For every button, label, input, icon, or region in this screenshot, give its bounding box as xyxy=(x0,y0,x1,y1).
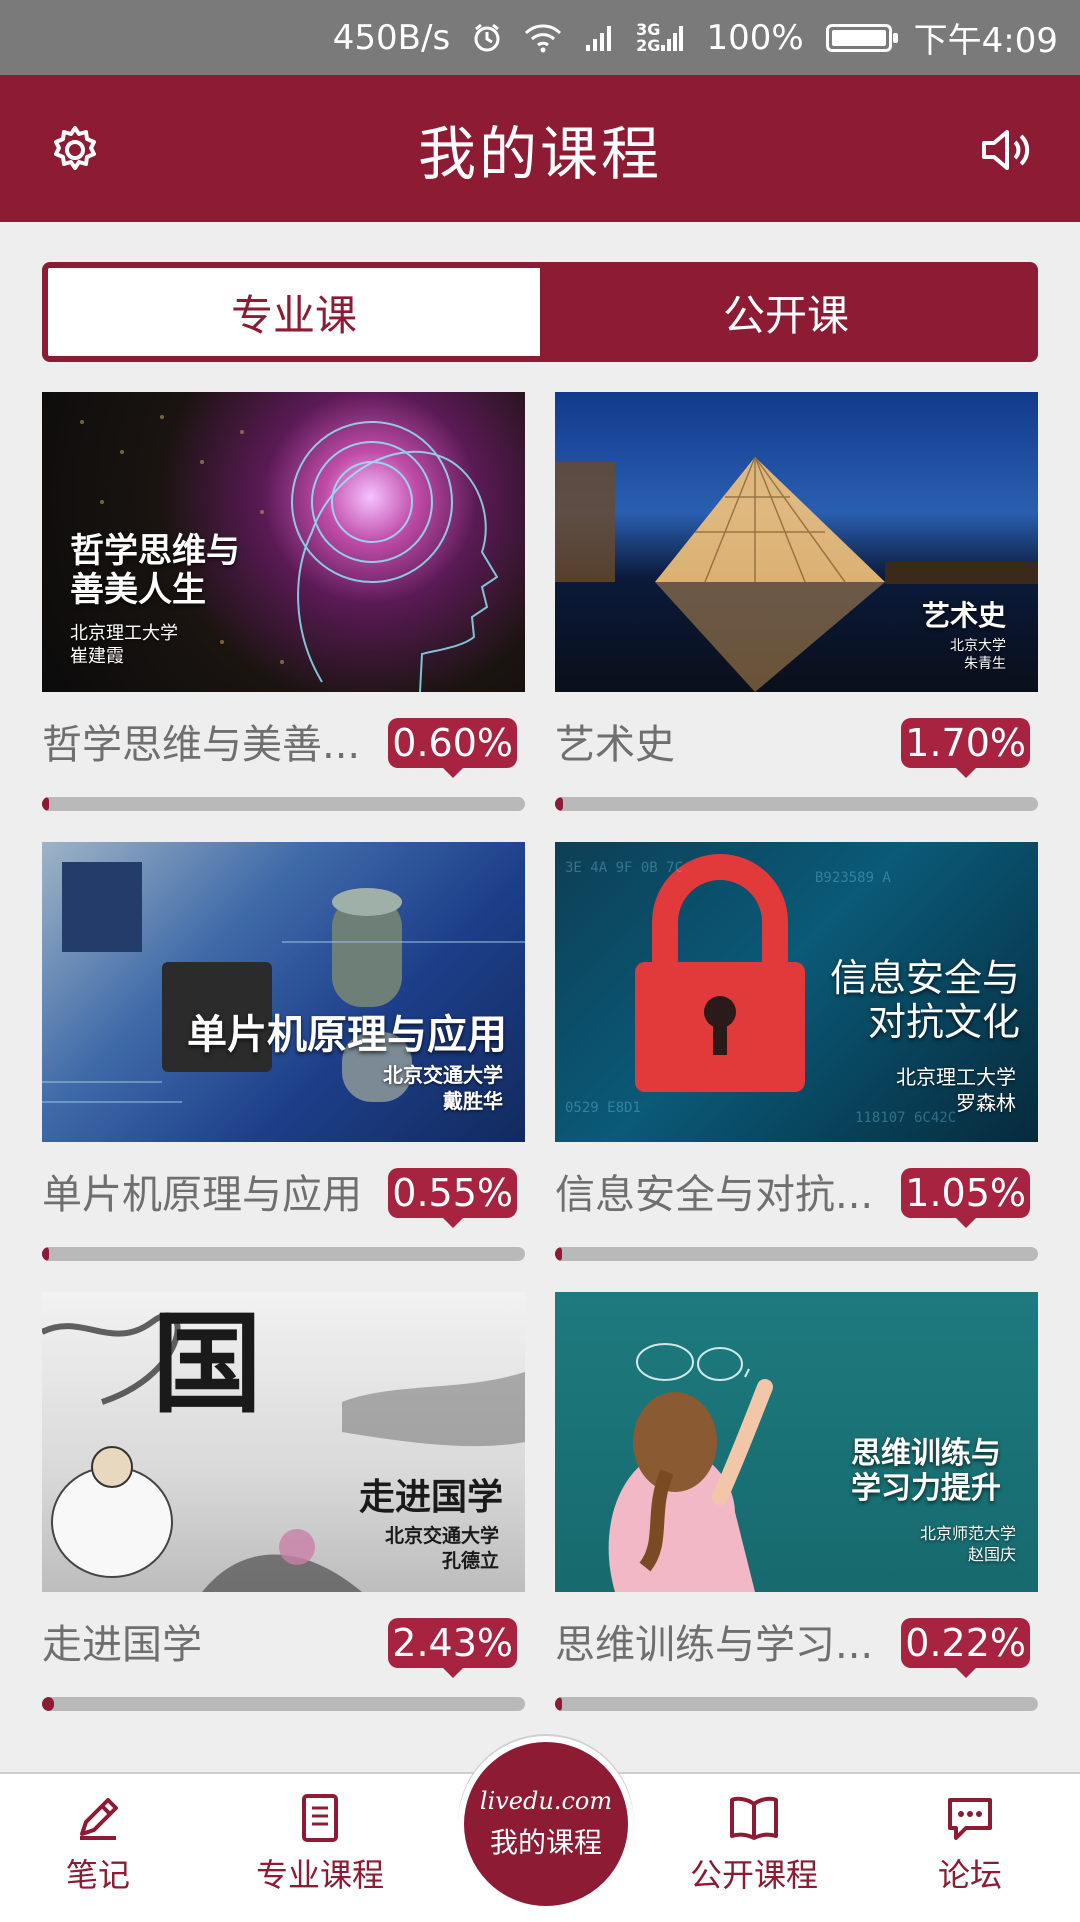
course-name[interactable]: 信息安全与对抗... xyxy=(555,1162,885,1220)
nav-my-courses-button[interactable]: livedu.com 我的课程 xyxy=(458,1736,634,1912)
course-thumbnail[interactable]: 艺术史 北京大学 朱青生 xyxy=(555,392,1038,692)
progress-badge: 0.22% xyxy=(901,1618,1030,1678)
calligraphy-guo: 国 xyxy=(152,1299,262,1428)
pencil-icon xyxy=(80,1798,118,1840)
thumbnail-school: 北京师范大学 赵国庆 xyxy=(920,1524,1016,1566)
thumbnail-title: 艺术史 xyxy=(921,599,1006,632)
thumbnail-school-name: 北京大学 xyxy=(950,638,1006,654)
livedu-logo: livedu.com xyxy=(479,1787,613,1815)
nav-public-courses[interactable]: 公开课程 xyxy=(690,1792,818,1896)
course-name[interactable]: 走进国学 xyxy=(42,1612,372,1670)
nav-public-label: 公开课程 xyxy=(690,1856,819,1894)
course-card[interactable]: 国 走进国学 北京交通大学 孔德立 走进国学 2.43% xyxy=(42,1292,525,1742)
course-card[interactable]: 哲学思维与 善美人生 北京理工大学 崔建霞 哲学思维与美善... 0.60% xyxy=(42,392,525,842)
net-speed: 450B/s xyxy=(332,17,451,58)
svg-text:0529 E8D1: 0529 E8D1 xyxy=(565,1100,641,1116)
thumbnail-teacher: 孔德立 xyxy=(441,1549,499,1572)
page-title: 我的课程 xyxy=(417,119,662,188)
settings-icon[interactable] xyxy=(48,123,102,177)
thumbnail-school-name: 北京师范大学 xyxy=(919,1524,1016,1543)
course-name[interactable]: 哲学思维与美善... xyxy=(42,712,372,770)
nav-my-courses-label: 我的课程 xyxy=(489,1826,602,1859)
progress-fill xyxy=(42,797,49,811)
progress-bar xyxy=(555,1697,1038,1711)
alarm-icon xyxy=(472,23,502,53)
course-name[interactable]: 单片机原理与应用 xyxy=(42,1162,372,1220)
course-thumbnail[interactable]: 3E 4A 9F 0B 7C B923589 A 0529 E8D1 118107 6… xyxy=(555,842,1038,1142)
notebook-icon xyxy=(302,1794,338,1842)
thumbnail-school: 北京理工大学 崔建霞 xyxy=(70,622,178,669)
network-gen-bottom: 2G xyxy=(636,35,661,55)
nav-major-courses[interactable]: 专业课程 xyxy=(256,1792,384,1896)
clock: 下午4:09 xyxy=(913,21,1058,61)
battery-percent: 100% xyxy=(706,17,804,58)
course-thumbnail[interactable]: 单片机原理与应用 北京交通大学 戴胜华 xyxy=(42,842,525,1142)
tab-major-courses[interactable]: 专业课 xyxy=(48,268,540,356)
progress-badge: 0.60% xyxy=(388,718,517,778)
course-thumbnail[interactable]: 国 走进国学 北京交通大学 孔德立 xyxy=(42,1292,525,1592)
progress-bar xyxy=(42,1697,525,1711)
course-card[interactable]: 单片机原理与应用 北京交通大学 戴胜华 单片机原理与应用 0.55% xyxy=(42,842,525,1292)
svg-text:3E 4A 9F 0B 7C: 3E 4A 9F 0B 7C xyxy=(565,860,683,876)
progress-bar xyxy=(555,797,1038,811)
course-grid: 哲学思维与 善美人生 北京理工大学 崔建霞 哲学思维与美善... 0.60% 艺… xyxy=(42,392,1038,1742)
status-bar: 450B/s 3G 2G 100% 下午4:09 xyxy=(0,0,1080,75)
nav-major-label: 专业课程 xyxy=(256,1856,385,1894)
course-card[interactable]: 艺术史 北京大学 朱青生 艺术史 1.70% xyxy=(555,392,1038,842)
course-thumbnail[interactable]: 哲学思维与 善美人生 北京理工大学 崔建霞 xyxy=(42,392,525,692)
course-name[interactable]: 艺术史 xyxy=(555,712,885,770)
course-name[interactable]: 思维训练与学习... xyxy=(555,1612,885,1670)
thumbnail-title: 走进国学 xyxy=(358,1477,503,1518)
book-icon xyxy=(730,1796,778,1840)
wifi-icon xyxy=(524,23,562,53)
progress-bar xyxy=(42,797,525,811)
thumbnail-school-name: 北京理工大学 xyxy=(896,1065,1016,1089)
nav-notes[interactable]: 笔记 xyxy=(66,1792,130,1896)
progress-fill xyxy=(42,1247,49,1261)
signal-icon xyxy=(584,23,614,53)
thumbnail-school: 北京交通大学 戴胜华 xyxy=(383,1062,503,1114)
svg-text:B923589 A: B923589 A xyxy=(815,870,891,886)
thumbnail-school: 北京大学 朱青生 xyxy=(950,637,1006,673)
course-card[interactable]: 3E 4A 9F 0B 7C B923589 A 0529 E8D1 118107 6… xyxy=(555,842,1038,1292)
battery-icon xyxy=(825,23,898,52)
network-generation: 3G 2G xyxy=(636,21,684,55)
progress-badge: 0.55% xyxy=(388,1168,517,1228)
app-header: 我的课程 xyxy=(0,75,1080,222)
thumbnail-teacher: 罗森林 xyxy=(956,1091,1016,1115)
progress-fill xyxy=(42,1697,54,1711)
chat-icon xyxy=(948,1798,992,1840)
nav-forum[interactable]: 论坛 xyxy=(938,1792,1002,1896)
progress-bar xyxy=(42,1247,525,1261)
thumbnail-teacher: 朱青生 xyxy=(964,656,1006,673)
course-thumbnail[interactable]: 思维训练与 学习力提升 北京师范大学 赵国庆 xyxy=(555,1292,1038,1592)
thumbnail-school-name: 北京理工大学 xyxy=(70,623,178,644)
thumbnail-teacher: 崔建霞 xyxy=(70,646,124,668)
tab-public-courses[interactable]: 公开课 xyxy=(540,268,1032,356)
nav-notes-label: 笔记 xyxy=(66,1856,131,1894)
thumbnail-title: 哲学思维与 善美人生 xyxy=(70,531,240,611)
thumbnail-teacher: 赵国庆 xyxy=(967,1544,1016,1564)
course-type-tabs: 专业课 公开课 xyxy=(42,262,1038,362)
progress-fill xyxy=(555,797,564,811)
thumbnail-school: 北京理工大学 罗森林 xyxy=(896,1064,1016,1116)
thumbnail-title: 思维训练与 学习力提升 xyxy=(851,1436,1001,1506)
thumbnail-title: 单片机原理与应用 xyxy=(187,1012,507,1058)
thumbnail-teacher: 戴胜华 xyxy=(443,1089,503,1113)
progress-badge: 1.70% xyxy=(901,718,1030,778)
course-card[interactable]: 思维训练与 学习力提升 北京师范大学 赵国庆 思维训练与学习... 0.22% xyxy=(555,1292,1038,1742)
progress-fill xyxy=(555,1247,562,1261)
thumbnail-school: 北京交通大学 孔德立 xyxy=(385,1524,499,1573)
thumbnail-school-name: 北京交通大学 xyxy=(383,1063,503,1087)
progress-badge: 2.43% xyxy=(388,1618,517,1678)
progress-fill xyxy=(555,1697,562,1711)
nav-forum-label: 论坛 xyxy=(938,1856,1003,1894)
speaker-icon[interactable] xyxy=(978,123,1032,177)
progress-badge: 1.05% xyxy=(901,1168,1030,1228)
progress-bar xyxy=(555,1247,1038,1261)
thumbnail-school-name: 北京交通大学 xyxy=(384,1525,499,1547)
thumbnail-title: 信息安全与 对抗文化 xyxy=(829,956,1020,1044)
